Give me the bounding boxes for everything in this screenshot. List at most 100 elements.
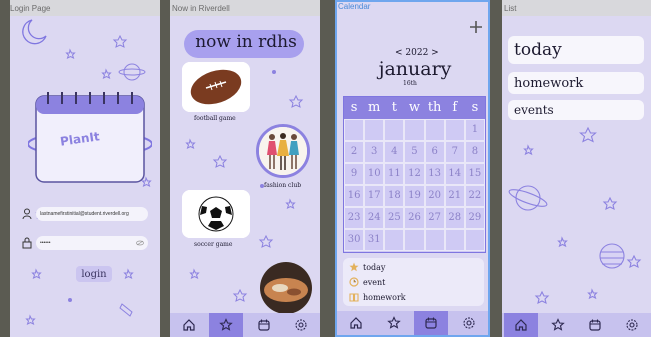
calendar-screen: Calendar < 2022 > january 16th s m t w th f s … <box>335 0 490 337</box>
login-screen: Login Page PlanIt lastnamefirstinitial@s… <box>10 0 160 337</box>
calendar-day[interactable]: 9 <box>344 163 365 185</box>
food-icon <box>260 262 312 314</box>
nav-calendar[interactable] <box>247 313 281 337</box>
nav-star[interactable] <box>209 313 244 337</box>
login-button[interactable]: login <box>76 266 112 282</box>
calendar-day[interactable]: 24 <box>364 207 385 229</box>
calendar-day[interactable]: 6 <box>424 141 445 163</box>
password-field[interactable]: •••••• <box>36 236 148 250</box>
football-image[interactable] <box>182 62 250 112</box>
calendar-day[interactable]: 1 <box>464 119 485 141</box>
book-icon <box>349 293 359 302</box>
settings-icon <box>463 317 475 329</box>
calendar-day[interactable]: 22 <box>464 185 485 207</box>
soccer-ball-icon <box>182 190 250 238</box>
calendar-day[interactable]: 4 <box>384 141 405 163</box>
food-image[interactable] <box>260 262 312 314</box>
calendar-day[interactable]: 18 <box>384 185 405 207</box>
moon-icon <box>455 62 466 84</box>
football-icon <box>182 62 250 112</box>
nav-star[interactable] <box>541 313 575 337</box>
calendar-day[interactable]: 17 <box>364 185 385 207</box>
calendar-empty-cell <box>444 119 465 141</box>
frame-label: Calendar <box>338 2 371 11</box>
legend-today: today <box>349 262 385 272</box>
weekday-header: s m t w th f s <box>344 97 485 119</box>
caption-fashion: fashion club <box>264 182 302 189</box>
list-item-events[interactable]: events <box>508 100 644 120</box>
calendar-day[interactable]: 7 <box>444 141 465 163</box>
caption-football: football game <box>194 115 236 122</box>
add-event-icon[interactable] <box>469 20 483 34</box>
star-icon <box>386 316 401 329</box>
calendar-day[interactable]: 13 <box>424 163 445 185</box>
nav-calendar[interactable] <box>414 311 449 335</box>
calendar-day[interactable]: 25 <box>384 207 405 229</box>
nav-settings[interactable] <box>615 313 649 337</box>
eye-slash-icon[interactable] <box>136 240 144 246</box>
calendar-day[interactable]: 28 <box>444 207 465 229</box>
calendar-day[interactable]: 20 <box>424 185 445 207</box>
calendar-days: 1 2 3 4 5 6 7 8 9 10 11 12 13 14 15 16 17 18 19 20 21 22 23 24 2… <box>344 119 485 251</box>
user-icon <box>22 208 32 220</box>
nav-settings[interactable] <box>452 311 486 335</box>
calendar-empty-cell <box>404 119 425 141</box>
year-selector[interactable]: < 2022 > <box>395 48 439 58</box>
calendar-day[interactable]: 10 <box>364 163 385 185</box>
calendar-empty-cell <box>404 229 425 251</box>
nav-calendar[interactable] <box>578 313 612 337</box>
calendar-day[interactable]: 3 <box>364 141 385 163</box>
calendar-day[interactable]: 30 <box>344 229 365 251</box>
caption-soccer: soccer game <box>194 241 233 248</box>
calendar-icon <box>589 319 601 331</box>
lock-icon <box>22 237 32 249</box>
calendar-day[interactable]: 26 <box>404 207 425 229</box>
calendar-day[interactable]: 29 <box>464 207 485 229</box>
moon-icon <box>354 62 365 84</box>
news-screen: Now in Riverdell now in rdhs football ga… <box>170 0 320 337</box>
list-item-homework[interactable]: homework <box>508 72 644 94</box>
password-row: •••••• <box>22 236 148 250</box>
weekday-label: m <box>368 100 381 115</box>
fashion-image[interactable] <box>256 124 310 178</box>
calendar-day[interactable]: 2 <box>344 141 365 163</box>
calendar-legend: today event homework <box>343 258 484 306</box>
calendar-day[interactable]: 5 <box>404 141 425 163</box>
nav-star[interactable] <box>377 311 411 335</box>
email-field[interactable]: lastnamefirstinitial@student.riverdell.o… <box>36 207 148 221</box>
calendar-day[interactable]: 12 <box>404 163 425 185</box>
nav-home[interactable] <box>339 311 373 335</box>
calendar-empty-cell <box>364 119 385 141</box>
calendar-empty-cell <box>464 229 485 251</box>
password-mask: •••••• <box>40 240 51 246</box>
nav-home[interactable] <box>503 313 538 337</box>
bottom-nav <box>502 313 651 337</box>
soccer-image[interactable] <box>182 190 250 238</box>
calendar-day[interactable]: 19 <box>404 185 425 207</box>
moon-icon <box>623 106 637 113</box>
home-icon <box>183 319 195 331</box>
weekday-label: th <box>427 100 442 115</box>
calendar-day[interactable]: 11 <box>384 163 405 185</box>
weekday-label: s <box>471 100 479 115</box>
calendar-day[interactable]: 23 <box>344 207 365 229</box>
weekday-label: w <box>408 100 421 115</box>
legend-event: event <box>349 277 385 287</box>
bottom-nav <box>170 313 320 337</box>
moon-icon <box>623 79 637 86</box>
clock-icon <box>349 277 359 287</box>
calendar-day[interactable]: 16 <box>344 185 365 207</box>
calendar-icon <box>258 319 270 331</box>
calendar-day[interactable]: 21 <box>444 185 465 207</box>
calendar-day[interactable]: 14 <box>444 163 465 185</box>
star-icon <box>551 318 565 331</box>
calendar-day[interactable]: 8 <box>464 141 485 163</box>
nav-settings[interactable] <box>284 313 318 337</box>
page-title: now in rdhs <box>195 32 297 52</box>
calendar-day[interactable]: 15 <box>464 163 485 185</box>
calendar-day[interactable]: 27 <box>424 207 445 229</box>
list-item-today[interactable]: today <box>508 36 644 64</box>
list-screen: List today homework events <box>502 0 651 337</box>
nav-home[interactable] <box>172 313 206 337</box>
calendar-day[interactable]: 31 <box>364 229 385 251</box>
